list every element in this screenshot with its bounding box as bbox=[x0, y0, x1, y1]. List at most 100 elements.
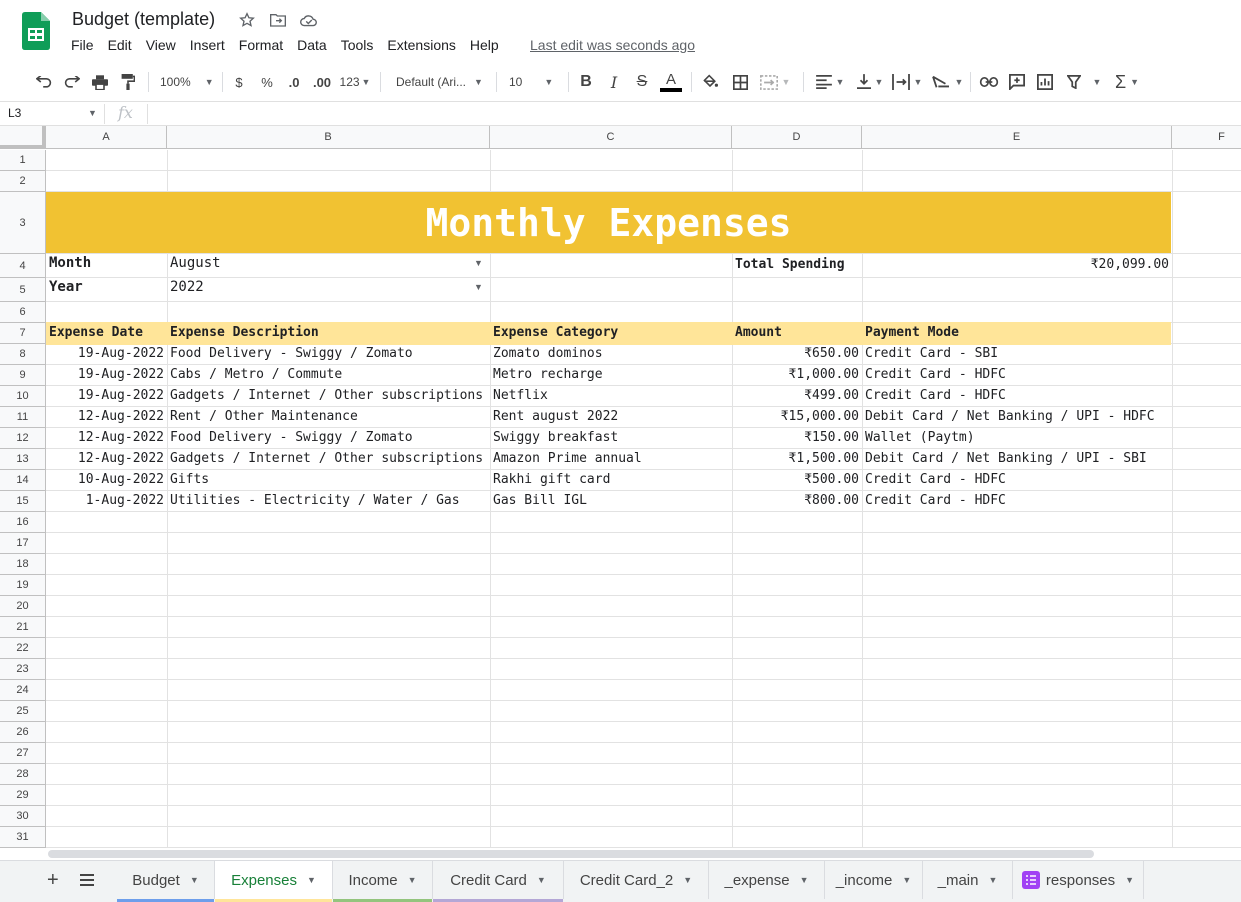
cell-expense-category[interactable]: Rakhi gift card bbox=[490, 472, 613, 487]
header-amount[interactable]: Amount bbox=[732, 325, 785, 340]
menu-help[interactable]: Help bbox=[470, 37, 499, 53]
cell-expense-date[interactable]: 12-Aug-2022 bbox=[46, 451, 167, 466]
cell-expense-category[interactable]: Swiggy breakfast bbox=[490, 430, 621, 445]
cell-amount[interactable]: ₹1,000.00 bbox=[732, 367, 862, 382]
row-header[interactable]: 23 bbox=[0, 659, 46, 680]
name-box[interactable]: L3 bbox=[8, 106, 21, 120]
column-header-a[interactable]: A bbox=[46, 126, 167, 149]
text-color-button[interactable]: A bbox=[660, 70, 682, 94]
cell-payment-mode[interactable]: Credit Card - HDFC bbox=[862, 472, 1009, 487]
header-expense-date[interactable]: Expense Date bbox=[46, 325, 146, 340]
cell-expense-description[interactable]: Rent / Other Maintenance bbox=[167, 409, 361, 424]
header-payment-mode[interactable]: Payment Mode bbox=[862, 325, 962, 340]
cell-expense-category[interactable]: Netflix bbox=[490, 388, 551, 403]
merge-cells-icon[interactable]: ▼ bbox=[758, 70, 792, 94]
cell-payment-mode[interactable]: Credit Card - SBI bbox=[862, 346, 1001, 361]
cloud-status-icon[interactable] bbox=[298, 10, 320, 30]
menu-edit[interactable]: Edit bbox=[108, 37, 132, 53]
paint-format-icon[interactable] bbox=[118, 70, 138, 94]
tab-expenses[interactable]: Expenses ▼ bbox=[215, 861, 333, 902]
row-header[interactable]: 14 bbox=[0, 470, 46, 491]
font-size-select[interactable]: 10 ▼ bbox=[509, 70, 559, 94]
row-header[interactable]: 13 bbox=[0, 449, 46, 470]
menu-tools[interactable]: Tools bbox=[341, 37, 374, 53]
row-header[interactable]: 5 bbox=[0, 278, 46, 302]
row-header[interactable]: 27 bbox=[0, 743, 46, 764]
total-spending-value[interactable]: ₹20,099.00 bbox=[862, 257, 1172, 272]
menu-format[interactable]: Format bbox=[239, 37, 283, 53]
cell-expense-description[interactable]: Utilities - Electricity / Water / Gas bbox=[167, 493, 463, 508]
menu-insert[interactable]: Insert bbox=[190, 37, 225, 53]
row-header[interactable]: 8 bbox=[0, 344, 46, 365]
row-header[interactable]: 7 bbox=[0, 323, 46, 344]
row-header[interactable]: 31 bbox=[0, 827, 46, 848]
cell-expense-category[interactable]: Amazon Prime annual bbox=[490, 451, 645, 466]
column-header-b[interactable]: B bbox=[167, 126, 490, 149]
row-header[interactable]: 28 bbox=[0, 764, 46, 785]
decrease-decimal-button[interactable]: .0 bbox=[283, 70, 305, 94]
cell-expense-date[interactable]: 1-Aug-2022 bbox=[46, 493, 167, 508]
all-sheets-icon[interactable] bbox=[80, 873, 94, 891]
tab-responses[interactable]: responses ▼ bbox=[1013, 861, 1144, 899]
add-sheet-icon[interactable]: + bbox=[47, 869, 59, 892]
tab-expense[interactable]: _expense ▼ bbox=[709, 861, 825, 899]
total-spending-label[interactable]: Total Spending bbox=[732, 257, 848, 272]
cell-amount[interactable]: ₹15,000.00 bbox=[732, 409, 862, 424]
cell-expense-description[interactable]: Food Delivery - Swiggy / Zomato bbox=[167, 430, 416, 445]
row-header[interactable]: 22 bbox=[0, 638, 46, 659]
cell-amount[interactable]: ₹500.00 bbox=[732, 472, 862, 487]
strikethrough-button[interactable]: S bbox=[634, 70, 650, 94]
text-wrapping-icon[interactable]: ▼ bbox=[890, 70, 924, 94]
menu-view[interactable]: View bbox=[146, 37, 176, 53]
row-header[interactable]: 1 bbox=[0, 150, 46, 171]
cell-expense-description[interactable]: Food Delivery - Swiggy / Zomato bbox=[167, 346, 416, 361]
cell-amount[interactable]: ₹650.00 bbox=[732, 346, 862, 361]
cell-payment-mode[interactable]: Credit Card - HDFC bbox=[862, 367, 1009, 382]
tab-main[interactable]: _main ▼ bbox=[923, 861, 1013, 899]
fill-color-icon[interactable] bbox=[700, 70, 720, 94]
row-header[interactable]: 10 bbox=[0, 386, 46, 407]
cell-payment-mode[interactable]: Debit Card / Net Banking / UPI - SBI bbox=[862, 451, 1150, 466]
column-header-d[interactable]: D bbox=[732, 126, 862, 149]
cell-payment-mode[interactable]: Wallet (Paytm) bbox=[862, 430, 978, 445]
more-formats-button[interactable]: 123 ▼ bbox=[338, 70, 372, 94]
chevron-down-icon[interactable]: ▼ bbox=[88, 108, 97, 118]
row-header[interactable]: 3 bbox=[0, 192, 46, 254]
cell-amount[interactable]: ₹150.00 bbox=[732, 430, 862, 445]
row-header[interactable]: 16 bbox=[0, 512, 46, 533]
row-header[interactable]: 15 bbox=[0, 491, 46, 512]
functions-icon[interactable]: Σ ▼ bbox=[1110, 70, 1144, 94]
tab-credit-card[interactable]: Credit Card ▼ bbox=[433, 861, 564, 902]
percent-format-button[interactable]: % bbox=[258, 70, 276, 94]
column-header-e[interactable]: E bbox=[862, 126, 1172, 149]
header-expense-category[interactable]: Expense Category bbox=[490, 325, 621, 340]
cell-expense-date[interactable]: 19-Aug-2022 bbox=[46, 388, 167, 403]
row-header[interactable]: 25 bbox=[0, 701, 46, 722]
spreadsheet-grid[interactable]: A B C D E F 1 2 3 4 5 6 7 8 9 10 11 12 13 14 15 16 17 18 1… bbox=[0, 126, 1241, 860]
undo-icon[interactable] bbox=[34, 70, 54, 94]
row-header[interactable]: 18 bbox=[0, 554, 46, 575]
cell-expense-date[interactable]: 19-Aug-2022 bbox=[46, 346, 167, 361]
row-header[interactable]: 19 bbox=[0, 575, 46, 596]
insert-chart-icon[interactable] bbox=[1035, 70, 1055, 94]
row-header[interactable]: 29 bbox=[0, 785, 46, 806]
month-label[interactable]: Month bbox=[46, 255, 94, 271]
row-header[interactable]: 9 bbox=[0, 365, 46, 386]
redo-icon[interactable] bbox=[62, 70, 82, 94]
row-header[interactable]: 11 bbox=[0, 407, 46, 428]
cell-expense-description[interactable]: Gadgets / Internet / Other subscriptions bbox=[167, 451, 486, 466]
bold-button[interactable]: B bbox=[578, 70, 594, 94]
column-header-f[interactable]: F bbox=[1172, 126, 1241, 149]
row-header[interactable]: 21 bbox=[0, 617, 46, 638]
zoom-select[interactable]: 100% ▼ bbox=[160, 70, 214, 94]
tab-income[interactable]: Income ▼ bbox=[333, 861, 433, 902]
menu-extensions[interactable]: Extensions bbox=[387, 37, 455, 53]
cell-expense-category[interactable]: Gas Bill IGL bbox=[490, 493, 590, 508]
cell-expense-category[interactable]: Rent august 2022 bbox=[490, 409, 621, 424]
italic-button[interactable]: I bbox=[606, 70, 622, 94]
cell-amount[interactable]: ₹1,500.00 bbox=[732, 451, 862, 466]
tab-income[interactable]: _income ▼ bbox=[825, 861, 923, 899]
vertical-align-icon[interactable]: ▼ bbox=[854, 70, 886, 94]
cell-expense-date[interactable]: 12-Aug-2022 bbox=[46, 409, 167, 424]
sheets-logo-icon[interactable] bbox=[22, 12, 50, 50]
